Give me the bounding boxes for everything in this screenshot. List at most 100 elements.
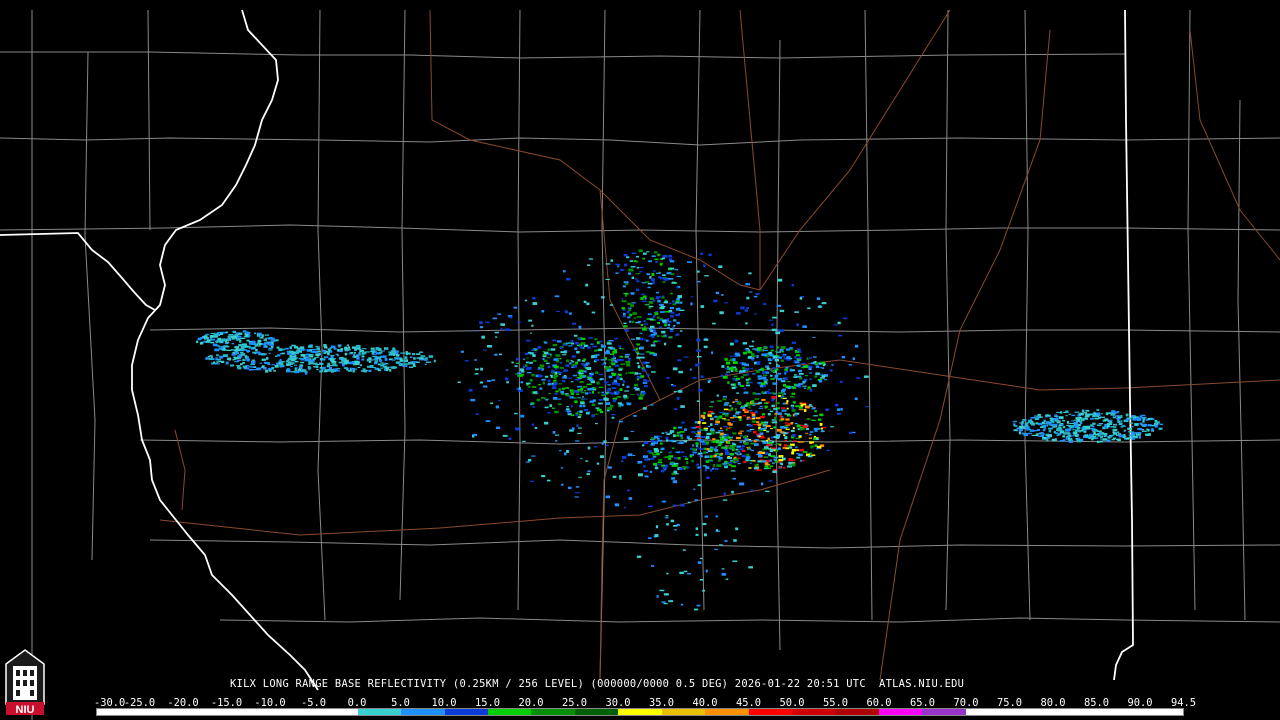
echo-pixel — [596, 462, 600, 465]
echo-pixel — [248, 368, 254, 371]
echo-pixel — [566, 278, 571, 281]
echo-pixel — [368, 369, 372, 372]
echo-pixel — [1142, 417, 1146, 421]
echo-pixel — [1012, 420, 1017, 423]
echo-pixel — [356, 345, 361, 348]
echo-pixel — [723, 357, 727, 359]
echo-pixel — [670, 292, 673, 295]
echo-pixel — [771, 370, 775, 373]
echo-pixel — [560, 467, 564, 469]
echo-pixel — [630, 430, 634, 432]
echo-pixel — [791, 284, 794, 287]
echo-pixel — [1049, 423, 1053, 426]
echo-pixel — [783, 434, 786, 436]
echo-pixel — [809, 372, 812, 374]
echo-pixel — [787, 380, 791, 383]
echo-pixel — [813, 415, 818, 417]
county-line — [219, 617, 1280, 623]
echo-pixel — [622, 348, 625, 350]
echo-pixel — [1103, 434, 1107, 438]
echo-pixel — [764, 451, 768, 455]
echo-pixel — [661, 296, 665, 299]
echo-pixel — [495, 336, 498, 338]
echo-pixel — [814, 429, 818, 432]
echo-pixel — [648, 328, 653, 331]
echo-pixel — [798, 409, 804, 411]
echo-pixel — [759, 405, 763, 407]
echo-pixel — [627, 302, 631, 305]
echo-pixel — [577, 397, 581, 399]
echo-pixel — [1072, 431, 1078, 435]
echo-pixel — [1090, 418, 1094, 420]
echo-pixel — [736, 445, 741, 448]
echo-pixel — [769, 345, 774, 348]
echo-pixel — [727, 462, 733, 464]
echo-pixel — [374, 360, 379, 363]
echo-pixel — [687, 261, 692, 263]
echo-pixel — [780, 463, 784, 466]
echo-pixel — [728, 423, 733, 426]
echo-pixel — [699, 440, 705, 443]
echo-pixel — [751, 353, 755, 356]
echo-pixel — [1037, 422, 1043, 426]
county-line — [695, 9, 705, 611]
echo-pixel — [719, 544, 723, 546]
echo-pixel — [798, 373, 804, 375]
echo-pixel — [395, 354, 400, 357]
echo-pixel — [648, 301, 653, 304]
echo-pixel — [732, 477, 736, 480]
echo-pixel — [643, 323, 649, 325]
county-line — [945, 9, 951, 611]
echo-pixel — [837, 321, 841, 325]
color-bar-segment — [140, 709, 184, 715]
echo-pixel — [764, 381, 768, 384]
echo-pixel — [428, 355, 434, 358]
echo-pixel — [424, 363, 427, 366]
echo-pixel — [641, 293, 645, 295]
echo-pixel — [479, 381, 484, 384]
echo-pixel — [751, 357, 755, 360]
echo-pixel — [271, 364, 276, 366]
echo-pixel — [552, 386, 557, 389]
echo-pixel — [774, 374, 779, 378]
echo-pixel — [544, 341, 548, 344]
echo-pixel — [761, 482, 764, 486]
echo-pixel — [529, 361, 533, 364]
echo-pixel — [549, 374, 553, 377]
echo-pixel — [675, 464, 678, 467]
echo-pixel — [690, 302, 693, 306]
echo-pixel — [577, 337, 581, 341]
echo-pixel — [684, 428, 687, 431]
echo-pixel — [1035, 433, 1039, 436]
echo-pixel — [749, 459, 754, 462]
echo-pixel — [696, 400, 700, 402]
echo-pixel — [626, 256, 630, 259]
county-line — [0, 51, 1126, 59]
echo-pixel — [736, 312, 741, 315]
echo-pixel — [357, 366, 361, 368]
echo-pixel — [675, 308, 681, 311]
echo-pixel — [650, 351, 655, 354]
echo-pixel — [628, 359, 631, 362]
echo-pixel — [645, 281, 650, 283]
echo-pixel — [780, 418, 785, 421]
echo-pixel — [562, 376, 568, 379]
echo-pixel — [667, 327, 670, 329]
echo-pixel — [721, 573, 727, 576]
echo-pixel — [752, 373, 756, 375]
echo-pixel — [231, 343, 235, 345]
echo-pixel — [794, 374, 797, 376]
echo-pixel — [743, 460, 747, 464]
county-line — [1187, 9, 1196, 611]
echo-pixel — [366, 358, 370, 362]
echo-pixel — [526, 361, 529, 364]
echo-pixel — [661, 464, 666, 467]
echo-pixel — [300, 358, 304, 361]
echo-pixel — [1054, 438, 1057, 442]
color-bar-segment — [531, 709, 575, 715]
echo-pixel — [631, 252, 637, 254]
county-line — [775, 39, 781, 651]
echo-pixel — [696, 270, 700, 273]
echo-pixel — [680, 436, 684, 440]
echo-pixel — [654, 467, 659, 470]
